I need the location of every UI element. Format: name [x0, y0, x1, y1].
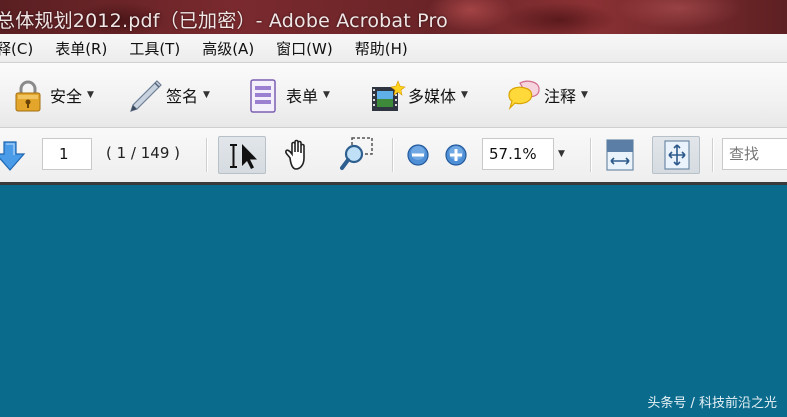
pen-icon	[128, 79, 162, 112]
toolbar-divider	[206, 138, 208, 172]
menu-advanced[interactable]: 高级(A)	[202, 38, 254, 59]
menu-tools[interactable]: 工具(T)	[129, 38, 180, 59]
forms-label: 表单	[286, 87, 319, 106]
menu-window[interactable]: 窗口(W)	[276, 38, 333, 59]
dropdown-arrow-icon: ▼	[461, 90, 468, 100]
fit-page-icon	[661, 139, 693, 175]
forms-button[interactable]: 表单 ▼	[248, 77, 330, 113]
dropdown-arrow-icon: ▼	[581, 90, 588, 100]
multimedia-label: 多媒体	[408, 87, 457, 106]
title-bar: 总体规划2012.pdf（已加密）- Adobe Acrobat Pro	[0, 0, 787, 34]
security-label: 安全	[50, 87, 83, 106]
next-page-arrow-icon[interactable]	[0, 140, 26, 176]
dropdown-arrow-icon: ▼	[203, 90, 210, 100]
toolbar-divider	[712, 138, 714, 172]
tasks-toolbar: 安全 ▼ 签名 ▼ 表单 ▼ 多媒体 ▼ 注释 ▼	[0, 63, 787, 128]
zoom-out-icon[interactable]	[406, 143, 430, 171]
hand-icon[interactable]	[282, 138, 316, 176]
toolbar-divider	[392, 138, 394, 172]
navigation-toolbar: 1 ( 1 / 149 ) 57.1% ▼ 查找	[0, 128, 787, 185]
find-input[interactable]: 查找	[722, 138, 787, 170]
marquee-zoom-icon[interactable]	[340, 136, 376, 176]
multimedia-button[interactable]: 多媒体 ▼	[370, 77, 468, 113]
sign-label: 签名	[166, 87, 199, 106]
menu-forms[interactable]: 表单(R)	[55, 38, 107, 59]
page-count: ( 1 / 149 )	[106, 144, 181, 162]
zoom-level-input[interactable]: 57.1%	[482, 138, 554, 170]
dropdown-arrow-icon: ▼	[87, 90, 94, 100]
toolbar-divider	[590, 138, 592, 172]
fit-page-button[interactable]	[652, 136, 700, 174]
sign-button[interactable]: 签名 ▼	[128, 77, 210, 113]
security-button[interactable]: 安全 ▼	[12, 77, 94, 113]
select-tool-button[interactable]	[218, 136, 266, 174]
fit-width-icon[interactable]	[604, 138, 636, 176]
window-title: 总体规划2012.pdf（已加密）- Adobe Acrobat Pro	[0, 10, 448, 32]
comment-bubble-icon	[506, 79, 540, 111]
menu-comment[interactable]: 释(C)	[0, 38, 33, 59]
film-icon	[370, 79, 406, 111]
dropdown-arrow-icon: ▼	[323, 90, 330, 100]
document-area[interactable]	[0, 185, 787, 417]
page-number-input[interactable]: 1	[42, 138, 92, 170]
lock-icon	[12, 79, 44, 112]
menu-bar: 释(C) 表单(R) 工具(T) 高级(A) 窗口(W) 帮助(H)	[0, 34, 787, 63]
watermark-text: 头条号 / 科技前沿之光	[647, 396, 777, 411]
comment-label: 注释	[544, 87, 577, 106]
comment-button[interactable]: 注释 ▼	[506, 77, 588, 113]
text-cursor-arrow-icon	[227, 141, 261, 175]
zoom-dropdown-arrow-icon[interactable]: ▼	[558, 149, 565, 159]
zoom-in-icon[interactable]	[444, 143, 468, 171]
menu-help[interactable]: 帮助(H)	[355, 38, 408, 59]
form-icon	[248, 79, 280, 113]
